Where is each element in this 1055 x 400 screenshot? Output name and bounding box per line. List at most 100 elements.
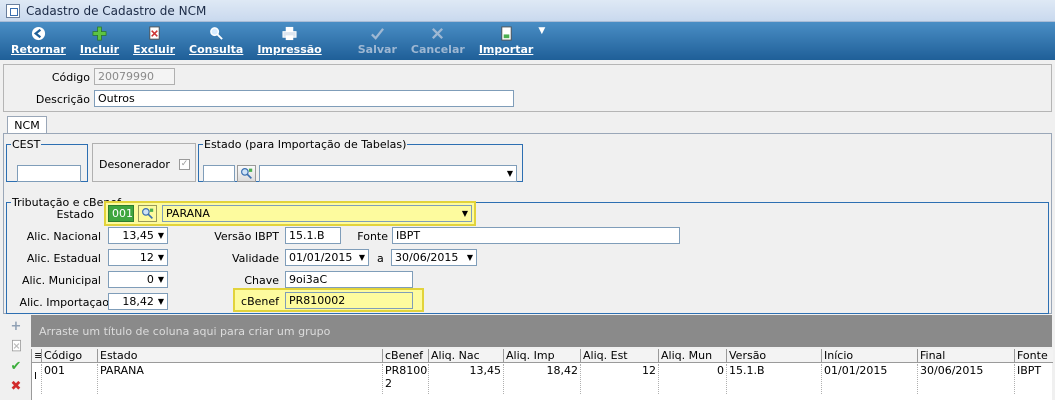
lookup-search-icon: [142, 208, 154, 219]
excluir-button[interactable]: Excluir: [126, 24, 182, 60]
estado-import-select[interactable]: ▼: [259, 165, 517, 182]
dropdown-arrow-icon: ▼: [358, 253, 365, 262]
col-header-aliq-mun[interactable]: Aliq. Mun: [659, 349, 727, 362]
group-by-panel[interactable]: Arraste um título de coluna aqui para cr…: [31, 315, 1052, 347]
ncm-grid: ≡ Código Estado cBenef Aliq. Nac Aliq. I…: [31, 349, 1053, 400]
grid-confirm-check-icon[interactable]: ✔: [8, 358, 24, 374]
cest-input[interactable]: [17, 165, 81, 182]
cancelar-label: Cancelar: [410, 43, 465, 56]
lookup-search-icon: [241, 168, 253, 179]
cancelar-button[interactable]: Cancelar: [404, 24, 472, 60]
dropdown-arrow-icon: ▼: [157, 275, 164, 284]
incluir-button[interactable]: Incluir: [73, 24, 126, 60]
grid-indicator-header[interactable]: ≡: [32, 349, 42, 362]
estado-import-lookup-button[interactable]: [237, 165, 256, 182]
estado-import-group: Estado (para Importação de Tabelas) ▼: [198, 138, 523, 182]
tab-page-ncm: CEST Desonerador ✓ Estado (para Importaç…: [3, 133, 1052, 314]
dropdown-arrow-icon: ▼: [157, 297, 164, 306]
alic-estadual-input[interactable]: 12 ▼: [108, 249, 168, 266]
col-header-aliq-imp[interactable]: Aliq. Imp: [504, 349, 581, 362]
alic-estadual-value: 12: [139, 251, 154, 264]
tab-control: NCM CEST Desonerador ✓ Estado (para Impo…: [3, 116, 1052, 316]
window-icon: [6, 3, 20, 18]
grid-add-icon[interactable]: +: [8, 318, 24, 334]
cell-cbenef[interactable]: PR81000 2: [383, 364, 429, 394]
estado-lookup-button[interactable]: [138, 205, 157, 222]
col-header-estado[interactable]: Estado: [98, 349, 383, 362]
codigo-field[interactable]: 20079990: [94, 68, 175, 85]
fonte-input[interactable]: IBPT: [392, 227, 680, 244]
consulta-button[interactable]: Consulta: [182, 24, 250, 60]
cell-fonte[interactable]: IBPT: [1015, 364, 1053, 394]
plus-icon: [91, 25, 107, 41]
chave-input[interactable]: 9oi3aC: [285, 271, 413, 288]
import-document-icon: [498, 25, 514, 41]
checkmark-icon: [369, 25, 385, 41]
cell-aliq-imp[interactable]: 18,42: [504, 364, 581, 394]
col-header-aliq-nac[interactable]: Aliq. Nac: [429, 349, 504, 362]
search-icon: [208, 25, 224, 41]
validade-de-input[interactable]: 01/01/2015 ▼: [285, 249, 369, 266]
validade-ate-value: 30/06/2015: [395, 251, 459, 264]
cell-final[interactable]: 30/06/2015: [918, 364, 1015, 394]
salvar-button[interactable]: Salvar: [351, 24, 404, 60]
col-header-aliq-est[interactable]: Aliq. Est: [581, 349, 659, 362]
estado-select[interactable]: PARANA ▼: [162, 205, 472, 222]
col-header-versao[interactable]: Versão: [727, 349, 822, 362]
importar-dropdown-icon[interactable]: ▼: [538, 26, 545, 60]
row-marker: I: [32, 364, 42, 394]
dropdown-arrow-icon: ▼: [466, 253, 473, 262]
col-header-fonte[interactable]: Fonte: [1015, 349, 1053, 362]
retornar-button[interactable]: Retornar: [4, 24, 73, 60]
header-panel: Código 20079990 Descrição Outros: [3, 64, 1052, 112]
grid-cancel-x-icon[interactable]: ✖: [8, 378, 24, 394]
col-header-cbenef[interactable]: cBenef: [383, 349, 429, 362]
delete-document-icon: [146, 25, 162, 41]
versao-ibpt-input[interactable]: 15.1.B: [285, 227, 341, 244]
grid-header-row: ≡ Código Estado cBenef Aliq. Nac Aliq. I…: [32, 349, 1053, 363]
table-row[interactable]: I 001 PARANA PR81000 2 13,45 18,42 12 0 …: [32, 364, 1053, 394]
alic-estadual-label: Alic. Estadual: [26, 252, 101, 265]
cell-cbenef-line1: PR81000: [385, 364, 428, 377]
estado-import-code-input[interactable]: [203, 165, 235, 182]
cest-group: CEST: [6, 138, 88, 182]
cell-codigo[interactable]: 001: [42, 364, 98, 394]
cell-cbenef-line2: 2: [385, 377, 392, 390]
codigo-label: Código: [51, 71, 90, 84]
versao-ibpt-label: Versão IBPT: [214, 230, 279, 243]
validade-a-label: a: [377, 252, 384, 265]
excluir-label: Excluir: [133, 43, 176, 56]
grid-side-toolbar: + ✔ ✖: [3, 315, 29, 400]
tab-ncm[interactable]: NCM: [7, 116, 47, 134]
cbenef-label: cBenef: [241, 295, 279, 308]
cell-versao[interactable]: 15.1.B: [727, 364, 822, 394]
cell-aliq-est[interactable]: 12: [581, 364, 659, 394]
col-header-inicio[interactable]: Início: [822, 349, 918, 362]
cell-estado[interactable]: PARANA: [98, 364, 383, 394]
chave-label: Chave: [244, 274, 279, 287]
back-arrow-icon: [30, 25, 46, 41]
estado-code-input[interactable]: 001: [108, 205, 134, 222]
cell-aliq-mun[interactable]: 0: [659, 364, 727, 394]
main-toolbar: Retornar Incluir Excluir Consulta Impres…: [0, 22, 1055, 60]
salvar-label: Salvar: [357, 43, 397, 56]
dropdown-arrow-icon: ▼: [157, 231, 164, 240]
validade-de-value: 01/01/2015: [289, 251, 353, 264]
col-header-final[interactable]: Final: [918, 349, 1015, 362]
alic-municipal-input[interactable]: 0 ▼: [108, 271, 168, 288]
grid-delete-document-icon[interactable]: [8, 338, 24, 354]
alic-importacao-input[interactable]: 18,42 ▼: [108, 293, 168, 310]
dropdown-arrow-icon: ▼: [157, 253, 164, 262]
estado-import-legend: Estado (para Importação de Tabelas): [204, 138, 407, 151]
importar-button[interactable]: Importar: [472, 24, 541, 60]
cell-inicio[interactable]: 01/01/2015: [822, 364, 918, 394]
impressao-button[interactable]: Impressão: [250, 24, 328, 60]
descricao-field[interactable]: Outros: [94, 90, 514, 107]
alic-nacional-input[interactable]: 13,45 ▼: [108, 227, 168, 244]
cell-aliq-nac[interactable]: 13,45: [429, 364, 504, 394]
cbenef-input[interactable]: PR810002: [285, 292, 413, 309]
desonerador-checkbox[interactable]: ✓: [179, 159, 190, 170]
retornar-label: Retornar: [11, 43, 66, 56]
col-header-codigo[interactable]: Código: [42, 349, 98, 362]
validade-ate-input[interactable]: 30/06/2015 ▼: [391, 249, 477, 266]
